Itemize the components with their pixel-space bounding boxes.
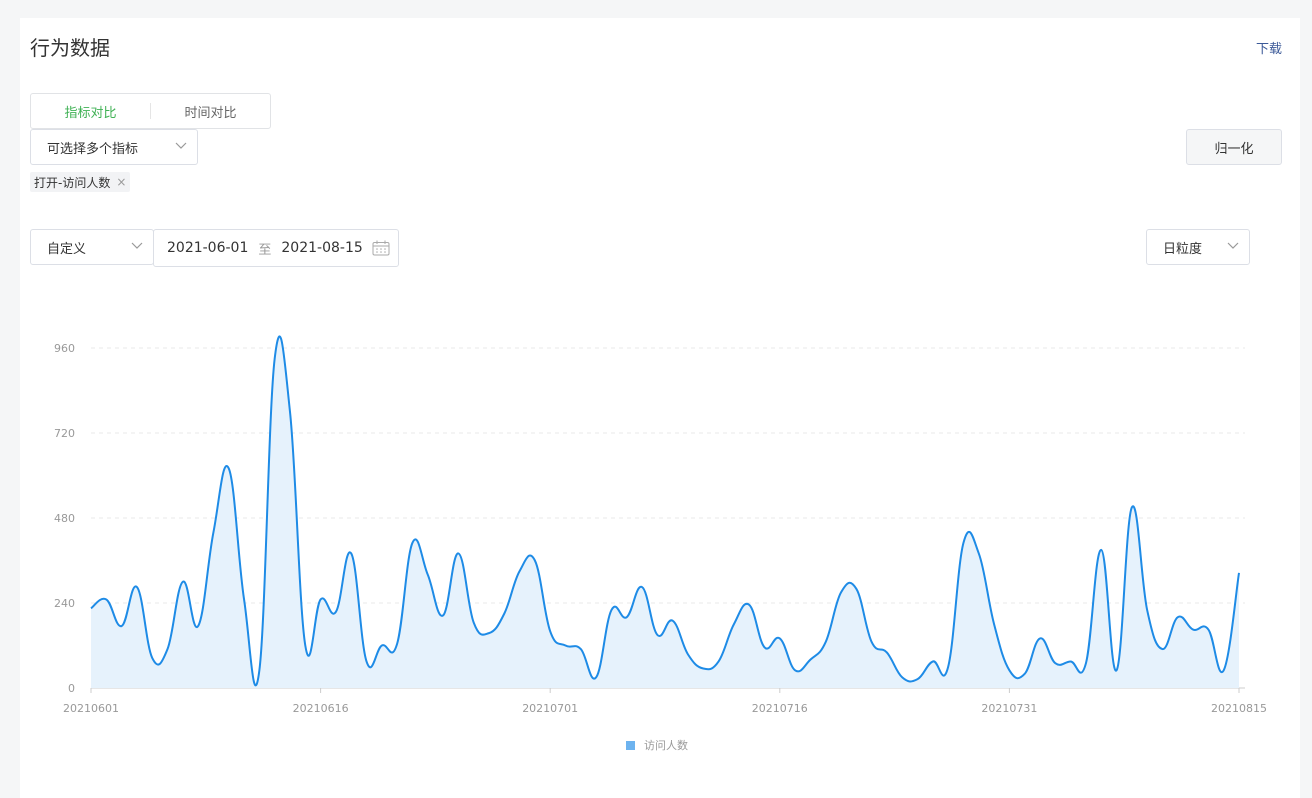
y-tick-label: 480 [54,512,75,525]
x-tick-label: 20210601 [63,702,119,715]
y-tick-label: 0 [68,682,75,695]
x-tick-label: 20210716 [752,702,808,715]
y-tick-label: 960 [54,342,75,355]
x-tick-label: 20210815 [1211,702,1267,715]
visitors-area-chart: 0 240 480 720 960 20210601 20210616 20210701 202… [54,335,1267,752]
x-tick-label: 20210731 [981,702,1037,715]
legend-swatch [626,741,635,750]
y-tick-label: 240 [54,597,75,610]
y-tick-label: 720 [54,427,75,440]
x-tick-label: 20210616 [293,702,349,715]
series-area [91,336,1239,688]
legend-label: 访问人数 [644,739,688,752]
x-tick-label: 20210701 [522,702,578,715]
